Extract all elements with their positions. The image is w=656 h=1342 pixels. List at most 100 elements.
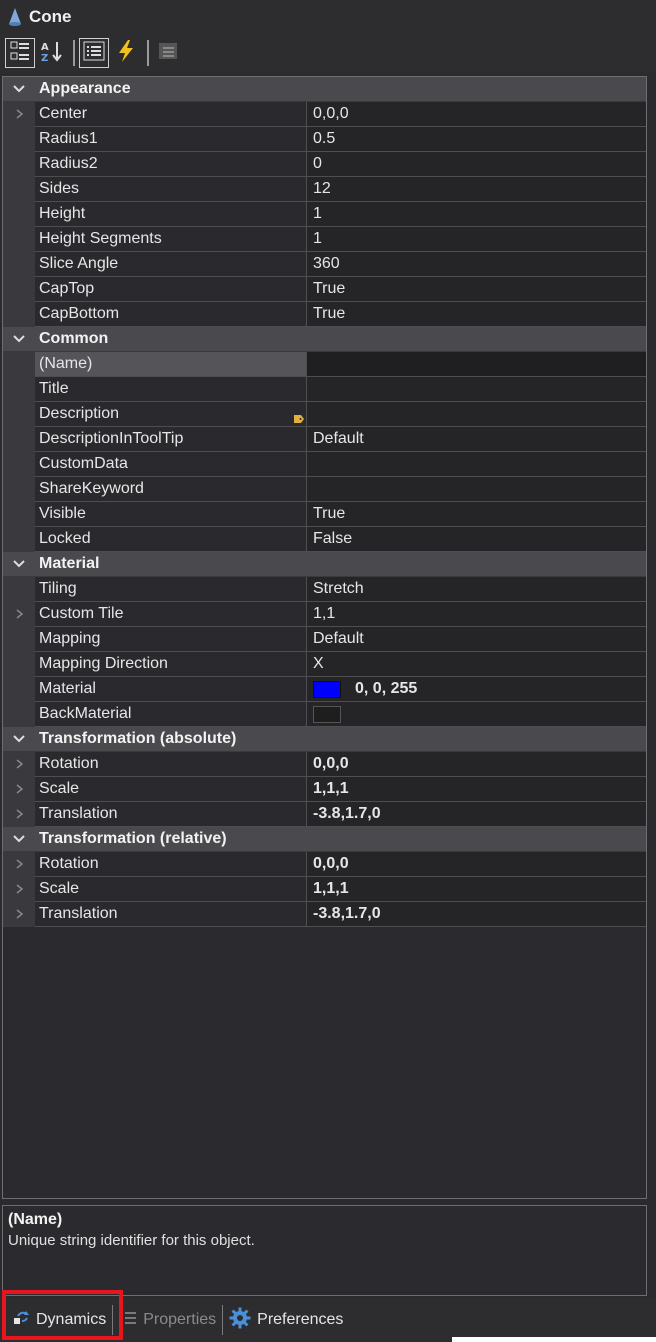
alphabetical-button[interactable]: AZ bbox=[37, 38, 67, 68]
expand-arrow-icon[interactable] bbox=[16, 806, 23, 824]
property-value[interactable]: 0, 0, 255 bbox=[307, 677, 646, 702]
property-name: Locked bbox=[35, 527, 307, 552]
property-row-sharekeyword[interactable]: ShareKeyword bbox=[3, 477, 646, 502]
property-row-captop[interactable]: CapTop True bbox=[3, 277, 646, 302]
property-row-tiling[interactable]: Tiling Stretch bbox=[3, 577, 646, 602]
property-value[interactable] bbox=[307, 702, 646, 727]
category-material[interactable]: Material bbox=[3, 552, 646, 577]
property-row-mapping-direction[interactable]: Mapping Direction X bbox=[3, 652, 646, 677]
events-button[interactable] bbox=[111, 38, 141, 68]
property-value[interactable] bbox=[307, 477, 646, 502]
expand-arrow-icon[interactable] bbox=[16, 906, 23, 924]
property-value[interactable] bbox=[307, 402, 646, 427]
property-value[interactable]: 1 bbox=[307, 227, 646, 252]
property-value[interactable]: 1,1 bbox=[307, 602, 646, 627]
property-name: Visible bbox=[35, 502, 307, 527]
property-row-backmaterial[interactable]: BackMaterial bbox=[3, 702, 646, 727]
expand-arrow-icon[interactable] bbox=[16, 781, 23, 799]
property-row-sides[interactable]: Sides 12 bbox=[3, 177, 646, 202]
color-swatch[interactable] bbox=[313, 680, 341, 698]
property-row-center[interactable]: Center 0,0,0 bbox=[3, 102, 646, 127]
property-grid[interactable]: Appearance Center 0,0,0 Radius1 0.5 Radi… bbox=[2, 76, 647, 1199]
property-row-visible[interactable]: Visible True bbox=[3, 502, 646, 527]
property-value[interactable]: False bbox=[307, 527, 646, 552]
property-value[interactable]: 0,0,0 bbox=[307, 752, 646, 777]
property-value[interactable] bbox=[307, 377, 646, 402]
svg-text:Z: Z bbox=[41, 53, 48, 63]
property-value[interactable]: 1,1,1 bbox=[307, 877, 646, 902]
property-name: CapTop bbox=[35, 277, 307, 302]
property-row-rotation-rel[interactable]: Rotation 0,0,0 bbox=[3, 852, 646, 877]
property-row-description[interactable]: Description bbox=[3, 402, 646, 427]
property-value[interactable]: True bbox=[307, 502, 646, 527]
property-value[interactable]: 1 bbox=[307, 202, 646, 227]
tab-preferences[interactable]: Preferences bbox=[223, 1304, 349, 1336]
property-row-scale-rel[interactable]: Scale 1,1,1 bbox=[3, 877, 646, 902]
property-pages-icon bbox=[156, 39, 180, 68]
property-row-translation-abs[interactable]: Translation -3.8,1.7,0 bbox=[3, 802, 646, 827]
property-row-radius2[interactable]: Radius2 0 bbox=[3, 152, 646, 177]
tab-properties[interactable]: Properties bbox=[113, 1304, 222, 1336]
property-value[interactable]: -3.8,1.7,0 bbox=[307, 902, 646, 927]
property-row-scale-abs[interactable]: Scale 1,1,1 bbox=[3, 777, 646, 802]
tag-icon bbox=[294, 410, 304, 423]
property-row-descriptionintooltip[interactable]: DescriptionInToolTip Default bbox=[3, 427, 646, 452]
color-swatch[interactable] bbox=[313, 705, 341, 723]
gear-icon bbox=[229, 1307, 251, 1334]
tab-dynamics[interactable]: Dynamics bbox=[6, 1304, 112, 1336]
property-value[interactable]: -3.8,1.7,0 bbox=[307, 802, 646, 827]
toolbar-separator bbox=[73, 40, 75, 66]
property-value[interactable]: 0 bbox=[307, 152, 646, 177]
category-common[interactable]: Common bbox=[3, 327, 646, 352]
property-row-translation-rel[interactable]: Translation -3.8,1.7,0 bbox=[3, 902, 646, 927]
properties-view-button[interactable] bbox=[79, 38, 109, 68]
property-row-locked[interactable]: Locked False bbox=[3, 527, 646, 552]
property-value[interactable]: True bbox=[307, 277, 646, 302]
chevron-down-icon[interactable] bbox=[3, 835, 35, 843]
chevron-down-icon[interactable] bbox=[3, 85, 35, 93]
chevron-down-icon[interactable] bbox=[3, 735, 35, 743]
property-value[interactable]: X bbox=[307, 652, 646, 677]
property-row-height[interactable]: Height 1 bbox=[3, 202, 646, 227]
expand-arrow-icon[interactable] bbox=[16, 881, 23, 899]
property-value[interactable]: 12 bbox=[307, 177, 646, 202]
property-row-height-segments[interactable]: Height Segments 1 bbox=[3, 227, 646, 252]
property-row-name[interactable]: (Name) bbox=[3, 352, 646, 377]
category-transformation-absolute[interactable]: Transformation (absolute) bbox=[3, 727, 646, 752]
property-value[interactable]: Default bbox=[307, 627, 646, 652]
chevron-down-icon[interactable] bbox=[3, 335, 35, 343]
property-row-mapping[interactable]: Mapping Default bbox=[3, 627, 646, 652]
property-row-title[interactable]: Title bbox=[3, 377, 646, 402]
property-value[interactable] bbox=[307, 452, 646, 477]
property-value[interactable]: 0,0,0 bbox=[307, 102, 646, 127]
property-value[interactable]: 360 bbox=[307, 252, 646, 277]
property-row-capbottom[interactable]: CapBottom True bbox=[3, 302, 646, 327]
property-value[interactable]: 1,1,1 bbox=[307, 777, 646, 802]
property-row-slice-angle[interactable]: Slice Angle 360 bbox=[3, 252, 646, 277]
property-name: (Name) bbox=[35, 352, 307, 377]
property-row-radius1[interactable]: Radius1 0.5 bbox=[3, 127, 646, 152]
property-value[interactable]: Stretch bbox=[307, 577, 646, 602]
expand-arrow-icon[interactable] bbox=[16, 606, 23, 624]
property-value[interactable]: 0.5 bbox=[307, 127, 646, 152]
property-value[interactable]: True bbox=[307, 302, 646, 327]
expand-arrow-icon[interactable] bbox=[16, 756, 23, 774]
property-row-custom-tile[interactable]: Custom Tile 1,1 bbox=[3, 602, 646, 627]
property-row-material[interactable]: Material 0, 0, 255 bbox=[3, 677, 646, 702]
property-value[interactable]: Default bbox=[307, 427, 646, 452]
background-edge bbox=[452, 1337, 656, 1342]
property-name: Mapping bbox=[35, 627, 307, 652]
property-value[interactable] bbox=[307, 352, 646, 377]
property-pages-button[interactable] bbox=[153, 38, 183, 68]
expand-arrow-icon[interactable] bbox=[16, 856, 23, 874]
category-appearance[interactable]: Appearance bbox=[3, 77, 646, 102]
property-row-customdata[interactable]: CustomData bbox=[3, 452, 646, 477]
property-name: Translation bbox=[35, 802, 307, 827]
property-row-rotation-abs[interactable]: Rotation 0,0,0 bbox=[3, 752, 646, 777]
category-transformation-relative[interactable]: Transformation (relative) bbox=[3, 827, 646, 852]
chevron-down-icon[interactable] bbox=[3, 560, 35, 568]
description-panel: (Name) Unique string identifier for this… bbox=[2, 1205, 647, 1296]
expand-arrow-icon[interactable] bbox=[16, 106, 23, 124]
categorized-button[interactable] bbox=[5, 38, 35, 68]
property-value[interactable]: 0,0,0 bbox=[307, 852, 646, 877]
